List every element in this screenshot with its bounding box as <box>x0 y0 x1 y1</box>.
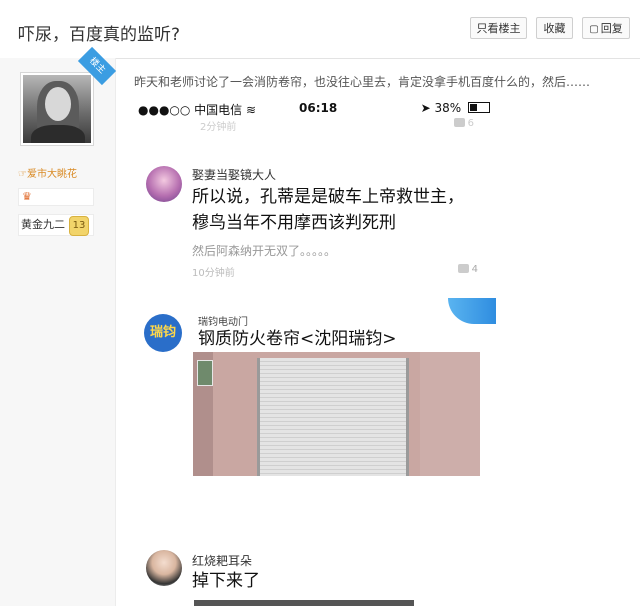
rank-label: 黄金九二 <box>21 218 65 231</box>
status-time: 06:18 <box>299 101 338 115</box>
reply-button[interactable]: ▢ 回复 <box>582 17 630 39</box>
rank-badge[interactable]: 黄金九二 13 <box>18 214 94 236</box>
comment-text: 掉下来了 <box>192 571 260 591</box>
faded-count-text: 6 <box>467 118 474 129</box>
favorite-button[interactable]: 收藏 <box>536 17 573 39</box>
wifi-icon: ≋ <box>246 103 257 117</box>
carrier-text: ●●●○○ 中国电信 <box>138 103 243 117</box>
comment-time: 10分钟前 <box>192 268 235 279</box>
crown-icon: ♛ <box>22 190 32 203</box>
comment-bubble-icon <box>457 264 469 273</box>
author-username[interactable]: ☞爱市大眺花 <box>18 165 77 180</box>
battery-percent: 38% <box>434 101 462 115</box>
phone-status-bar: ●●●○○ 中国电信 ≋ 06:18 ➤ 38% <box>134 96 496 120</box>
post-content: 昨天和老师讨论了一会消防卷帘，也没往心里去，肯定没拿手机百度什么的，然后…… <box>134 75 591 89</box>
rank-level: 13 <box>69 216 89 236</box>
faded-time: 2分钟前 <box>200 122 237 133</box>
comment-count-text: 4 <box>471 264 478 275</box>
user-tag-icon: ☞ <box>18 169 27 180</box>
faded-count: 6 <box>453 118 474 129</box>
level-badge-box: ♛ <box>18 188 94 206</box>
ad-image-shutter <box>257 358 409 476</box>
avatar-image <box>23 75 91 143</box>
avatar-body <box>31 125 85 143</box>
author-avatar[interactable] <box>20 72 94 146</box>
reply-icon: ▢ <box>589 24 599 35</box>
battery-fill <box>470 104 477 111</box>
ad-title[interactable]: 钢质防火卷帘<沈阳瑞钧> <box>198 324 397 349</box>
commenter-name[interactable]: 娶妻当娶镜大人 <box>192 166 276 183</box>
location-icon: ➤ <box>420 101 431 115</box>
ad-image-wall-right <box>420 352 480 476</box>
commenter-avatar[interactable] <box>146 550 182 586</box>
author-username-text: 爱市大眺花 <box>26 169 77 180</box>
comment-line-2: 穆鸟当年不用摩西该判死刑 <box>192 213 396 233</box>
ad-image-rolling-shutter[interactable] <box>193 352 480 476</box>
battery-icon <box>468 102 490 113</box>
ad-logo[interactable]: 瑞钧 <box>144 314 182 352</box>
reply-button-label: 回复 <box>600 22 623 35</box>
carrier-label: ●●●○○ 中国电信 ≋ <box>138 101 256 118</box>
next-image-edge <box>194 600 414 606</box>
battery-status: ➤ 38% <box>421 101 490 115</box>
ad-corner-tag <box>448 298 496 324</box>
comment-reply: 然后阿森纳开无双了。。。。。 <box>192 244 337 258</box>
commenter-name[interactable]: 红烧耙耳朵 <box>192 552 252 569</box>
comment-line-1: 所以说，孔蒂是是破车上帝救世主， <box>192 187 464 207</box>
thread-title: 吓尿，百度真的监听? <box>18 25 181 45</box>
comment-bubble-icon <box>453 118 465 127</box>
embedded-phone-screenshot: ●●●○○ 中国电信 ≋ 06:18 ➤ 38% 2分钟前 6 娶妻当娶镜大人 … <box>134 96 496 606</box>
commenter-avatar[interactable] <box>146 166 182 202</box>
ad-image-window <box>197 360 213 386</box>
avatar-face <box>45 87 71 121</box>
comment-count[interactable]: 4 <box>457 264 478 275</box>
only-op-button[interactable]: 只看楼主 <box>470 17 527 39</box>
